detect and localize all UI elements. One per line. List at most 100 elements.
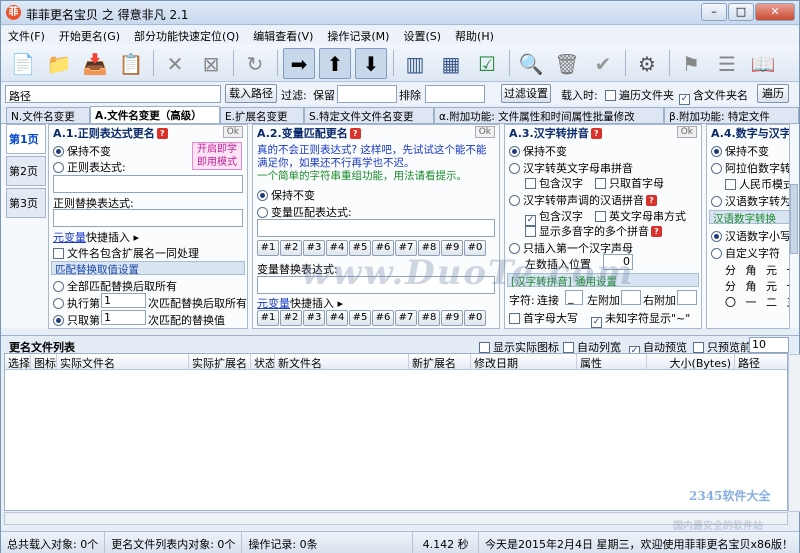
checklist-icon[interactable]: ☑: [471, 48, 503, 79]
traverse-button[interactable]: 遍历: [757, 84, 789, 103]
minimize-button[interactable]: –: [701, 3, 727, 21]
trash-icon[interactable]: 🗑: [551, 48, 583, 79]
exec-count-input[interactable]: 1: [101, 293, 146, 308]
filter-settings-button[interactable]: 过滤设置: [501, 84, 551, 103]
filter-exclude-input[interactable]: [425, 85, 485, 103]
add-folder-icon[interactable]: 📁: [43, 48, 75, 79]
keep-radio[interactable]: 保持不变: [53, 143, 111, 159]
tab-specific-files[interactable]: S.特定文件文件名变更: [304, 107, 434, 123]
var-8-button[interactable]: #8: [418, 310, 440, 326]
include-hanzi-checkbox[interactable]: 包含汉字: [525, 175, 583, 191]
traverse-folder-checkbox[interactable]: 遍历文件夹: [605, 87, 674, 103]
var-6-button[interactable]: #6: [372, 310, 394, 326]
menu-op-log[interactable]: 操作记录(M): [320, 26, 396, 44]
load-path-button[interactable]: 载入路径: [225, 84, 277, 103]
keep-radio[interactable]: 保持不变: [509, 143, 567, 159]
ok-button[interactable]: Ok: [676, 126, 697, 138]
show-polyphone-checkbox[interactable]: 显示多音字的多个拼音?: [525, 223, 662, 239]
ok-button[interactable]: Ok: [222, 126, 243, 138]
help-icon[interactable]: ?: [156, 128, 168, 139]
menu-file[interactable]: 文件(F): [1, 26, 52, 44]
move-up-icon[interactable]: ⬆: [319, 48, 351, 79]
var-1-button[interactable]: #1: [257, 240, 279, 256]
page-tab-1[interactable]: 第1页: [6, 124, 46, 154]
opt-exec-radio[interactable]: 执行第: [53, 295, 100, 311]
col-path[interactable]: 路径: [735, 354, 787, 369]
col-status[interactable]: 状态: [251, 354, 275, 369]
refresh-icon[interactable]: ↻: [239, 48, 271, 79]
var-2-button[interactable]: #2: [280, 310, 302, 326]
learn-mode-button[interactable]: 开启即学 即用模式: [192, 142, 242, 170]
var-insert[interactable]: 元变量快捷插入 ▸: [53, 229, 139, 245]
delete-icon[interactable]: ✕: [159, 48, 191, 79]
var-5-button[interactable]: #5: [349, 310, 371, 326]
var-1-button[interactable]: #1: [257, 310, 279, 326]
tab-extension[interactable]: E.扩展名变更: [220, 107, 304, 123]
arabic-radio[interactable]: 阿拉伯数字转: [711, 160, 789, 176]
maximize-button[interactable]: □: [728, 3, 754, 21]
col-select[interactable]: 选择: [5, 354, 31, 369]
vertical-scrollbar[interactable]: [788, 354, 800, 512]
tab-specific-addon[interactable]: β.附加功能: 特定文件: [664, 107, 799, 123]
var-4-button[interactable]: #4: [326, 310, 348, 326]
columns-icon[interactable]: ▥: [399, 48, 431, 79]
grid-icon[interactable]: ▦: [435, 48, 467, 79]
rmb-checkbox[interactable]: 人民币模式: [725, 176, 789, 192]
var-3-button[interactable]: #3: [303, 310, 325, 326]
tone-pinyin-radio[interactable]: 汉字转带声调的汉语拼音?: [509, 192, 657, 208]
regex-input[interactable]: [53, 175, 243, 193]
english-pinyin-radio[interactable]: 汉字转英文字母串拼音: [509, 160, 633, 176]
unknown-char-checkbox[interactable]: ✓ 未知字符显示"~": [591, 310, 690, 328]
keep-radio[interactable]: 保持不变: [257, 187, 315, 203]
move-down-icon[interactable]: ⬇: [355, 48, 387, 79]
copy-icon[interactable]: 📋: [115, 48, 147, 79]
file-list-table[interactable]: 选择 图标 实际文件名 实际扩展名 状态 新文件名 新扩展名 修改日期 属性 大…: [4, 353, 800, 512]
col-new-ext[interactable]: 新扩展名: [409, 354, 471, 369]
only-count-input[interactable]: 1: [101, 310, 146, 325]
capitalize-checkbox[interactable]: 首字母大写: [509, 310, 578, 326]
var-match-radio[interactable]: 变量匹配表达式:: [257, 204, 352, 220]
help-icon[interactable]: ?: [349, 128, 361, 139]
clear-icon[interactable]: ⊠: [195, 48, 227, 79]
horizontal-scrollbar[interactable]: [4, 512, 788, 525]
col-new-name[interactable]: 新文件名: [275, 354, 409, 369]
page-tab-2[interactable]: 第2页: [6, 156, 46, 186]
menu-edit-view[interactable]: 编辑查看(V): [246, 26, 320, 44]
col-size[interactable]: 大小(Bytes): [647, 354, 735, 369]
search-icon[interactable]: 🔍: [515, 48, 547, 79]
opt-all-radio[interactable]: 全部匹配替换后取所有: [53, 278, 177, 294]
menu-settings[interactable]: 设置(S): [396, 26, 448, 44]
var-match-input[interactable]: [257, 219, 495, 237]
opt-only-radio[interactable]: 只取第: [53, 312, 100, 328]
col-real-name[interactable]: 实际文件名: [57, 354, 189, 369]
col-attributes[interactable]: 属性: [577, 354, 647, 369]
menu-help[interactable]: 帮助(H): [448, 26, 501, 44]
lower-radio[interactable]: 汉语数字小写: [711, 228, 789, 244]
tab-rename-advanced[interactable]: A.文件名变更（高级）: [90, 106, 220, 124]
var-2-button[interactable]: #2: [280, 240, 302, 256]
replace-input[interactable]: [53, 209, 243, 227]
custom-radio[interactable]: 自定义字符: [711, 245, 780, 261]
move-right-icon[interactable]: ➡: [283, 48, 315, 79]
var-0-button[interactable]: #0: [464, 310, 486, 326]
col-modified[interactable]: 修改日期: [471, 354, 577, 369]
hanzi-num-radio[interactable]: 汉语数字转为: [711, 193, 789, 209]
keep-radio[interactable]: 保持不变: [711, 143, 769, 159]
col-real-ext[interactable]: 实际扩展名: [189, 354, 251, 369]
book-icon[interactable]: 📖: [747, 48, 779, 79]
include-folder-name-checkbox[interactable]: ✓ 含文件夹名: [679, 87, 748, 105]
var-9-button[interactable]: #9: [441, 310, 463, 326]
list-icon[interactable]: ☰: [711, 48, 743, 79]
sliders-icon[interactable]: ⚙: [631, 48, 663, 79]
page-tab-3[interactable]: 第3页: [6, 188, 46, 218]
regex-radio[interactable]: 正则表达式:: [53, 159, 126, 175]
menu-start-rename[interactable]: 开始更名(G): [52, 26, 127, 44]
close-button[interactable]: ✕: [755, 3, 795, 21]
english-string-checkbox[interactable]: 英文字母串方式: [595, 208, 686, 224]
col-icon[interactable]: 图标: [31, 354, 57, 369]
var-7-button[interactable]: #7: [395, 310, 417, 326]
ok-button[interactable]: Ok: [474, 126, 495, 138]
include-ext-checkbox[interactable]: 文件名包含扩展名一同处理: [53, 245, 199, 261]
filter-keep-input[interactable]: [337, 85, 397, 103]
import-icon[interactable]: 📥: [79, 48, 111, 79]
